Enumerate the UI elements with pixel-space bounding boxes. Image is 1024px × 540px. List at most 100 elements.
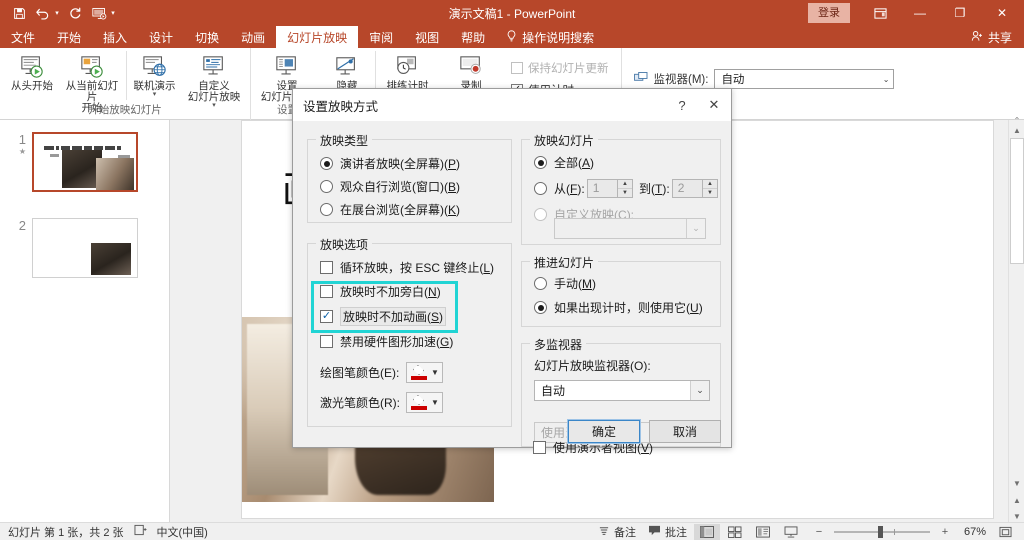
custom-show-dropdown[interactable]: ⌄	[554, 218, 706, 239]
sign-in-button[interactable]: 登录	[808, 3, 850, 23]
zoom-level-label[interactable]: 67%	[960, 526, 990, 538]
tab-animations[interactable]: 动画	[230, 26, 276, 48]
scroll-up-icon[interactable]: ▲	[1009, 122, 1024, 138]
tell-me-search[interactable]: 操作说明搜索	[496, 26, 604, 48]
slide-to-value: 2	[677, 181, 685, 195]
slide-count-label[interactable]: 幻灯片 第 1 张，共 2 张	[8, 524, 124, 540]
checkbox-show-without-narration[interactable]: 放映时不加旁白 (N)	[320, 283, 511, 300]
language-label[interactable]: 中文(中国)	[157, 524, 208, 540]
ribbon-checkbox-keep-slides-updated[interactable]: 保持幻灯片更新	[511, 60, 609, 76]
tab-transitions[interactable]: 切换	[184, 26, 230, 48]
laser-color-picker[interactable]: ▼	[406, 392, 443, 413]
undo-dropdown-icon[interactable]: ▾	[52, 9, 62, 17]
help-icon[interactable]: ?	[667, 98, 697, 113]
thumbnail-item-2[interactable]: 2	[4, 218, 138, 278]
monitor-icon	[633, 71, 648, 87]
thumbnail-preview[interactable]	[32, 218, 138, 278]
radio-advance-using-timings[interactable]: 如果出现计时，则使用它 (U)	[534, 299, 720, 316]
checkbox-show-without-animation[interactable]: ✓ 放映时不加动画(S)	[320, 307, 511, 326]
restore-button[interactable]: ❐	[940, 0, 980, 26]
range-from-label: 从	[554, 182, 567, 196]
zoom-out-button[interactable]: −	[806, 524, 832, 540]
close-button[interactable]: ✕	[980, 0, 1024, 26]
chevron-down-icon[interactable]: ▼	[431, 368, 439, 377]
slideshow-monitor-dropdown[interactable]: 自动 ⌄	[534, 380, 710, 401]
tab-design[interactable]: 设计	[138, 26, 184, 48]
radio-all-slides[interactable]: 全部 (A)	[534, 154, 720, 171]
radio-presented-by-speaker[interactable]: 演讲者放映(全屏幕) (P)	[320, 155, 511, 172]
slideshow-monitor-label-row: 幻灯片放映监视器(O):	[534, 357, 720, 374]
setup-show-dialog[interactable]: 设置放映方式 ? ✕ 放映类型 演讲者放映(全屏幕) (P) 观众自行浏览(窗口…	[292, 88, 732, 455]
fit-to-window-button[interactable]	[992, 524, 1018, 540]
dialog-title: 设置放映方式	[303, 99, 379, 114]
pen-color-row: 绘图笔颜色(E): ▼	[320, 362, 511, 383]
scroll-down-icon[interactable]: ▼	[1009, 475, 1024, 491]
radio-label: 观众自行浏览(窗口)	[340, 180, 444, 194]
previous-slide-icon[interactable]: ▲	[1009, 492, 1024, 508]
pen-color-picker[interactable]: ▼	[406, 362, 443, 383]
reading-view-button[interactable]	[750, 524, 776, 540]
tab-file[interactable]: 文件	[0, 26, 46, 48]
ribbon-display-options-icon[interactable]	[860, 0, 900, 26]
undo-icon[interactable]	[32, 3, 54, 23]
scrollbar-thumb[interactable]	[1010, 138, 1024, 264]
group-advance-slides-label: 推进幻灯片	[530, 254, 599, 271]
tell-me-label: 操作说明搜索	[522, 30, 595, 45]
zoom-slider[interactable]	[833, 525, 930, 539]
tab-review[interactable]: 审阅	[358, 26, 404, 48]
save-icon[interactable]	[8, 3, 30, 23]
customize-qat-icon[interactable]: ▾	[108, 9, 118, 17]
checkbox-box	[533, 441, 546, 454]
spinner-down-icon: ▼	[622, 190, 628, 196]
spinner-buttons[interactable]: ▲ ▼	[702, 180, 717, 197]
zoom-in-button[interactable]: +	[932, 524, 958, 540]
minimize-button[interactable]: —	[900, 0, 940, 26]
slide-from-spinner[interactable]: 1 ▲ ▼	[586, 179, 633, 198]
checkbox-disable-hardware-acceleration[interactable]: 禁用硬件图形加速 (G)	[320, 333, 511, 350]
notes-label: 备注	[613, 526, 636, 539]
chevron-down-icon[interactable]: ▾	[153, 91, 157, 98]
ribbon-button-from-beginning[interactable]: 从头开始	[4, 51, 60, 94]
ok-button[interactable]: 确定	[567, 419, 641, 444]
notes-button[interactable]: 备注	[593, 524, 641, 540]
radio-browsed-at-kiosk[interactable]: 在展台浏览(全屏幕) (K)	[320, 201, 511, 218]
setup-slideshow-icon	[274, 53, 300, 81]
close-icon[interactable]: ✕	[697, 97, 731, 113]
ribbon-button-present-online[interactable]: 联机演示 ▾	[126, 51, 182, 100]
chevron-down-icon[interactable]: ▼	[431, 398, 439, 407]
slide-to-spinner[interactable]: 2 ▲ ▼	[671, 179, 718, 198]
ribbon-button-custom-slideshow[interactable]: 自定义 幻灯片放映 ▾	[182, 51, 246, 111]
cancel-button[interactable]: 取消	[649, 420, 721, 443]
thumbnail-preview[interactable]	[32, 132, 138, 192]
tab-help[interactable]: 帮助	[450, 26, 496, 48]
accessibility-icon[interactable]	[134, 524, 147, 539]
zoom-slider-handle[interactable]	[877, 525, 883, 538]
checkbox-loop-until-esc[interactable]: 循环放映，按 ESC 键终止 (L)	[320, 259, 511, 276]
radio-browsed-by-individual[interactable]: 观众自行浏览(窗口) (B)	[320, 178, 511, 195]
spinner-buttons[interactable]: ▲ ▼	[617, 180, 632, 197]
slide-sorter-view-button[interactable]	[722, 524, 748, 540]
vertical-scrollbar[interactable]: ⌃ ▲ ▼ ▲ ▼	[1008, 116, 1024, 522]
accelerator-key: S	[431, 310, 440, 324]
checkbox-box	[320, 285, 333, 298]
tab-view[interactable]: 视图	[404, 26, 450, 48]
accelerator-key: L	[483, 260, 491, 275]
tab-slideshow[interactable]: 幻灯片放映	[276, 26, 359, 48]
redo-icon[interactable]	[64, 3, 86, 23]
checkbox-label: 放映时不加旁白	[340, 285, 425, 299]
normal-view-button[interactable]	[693, 523, 720, 540]
radio-slide-range[interactable]: 从 (F): 1 ▲ ▼ 到 (T): 2 ▲ ▼	[534, 179, 720, 198]
slideshow-view-button[interactable]	[778, 524, 804, 540]
tab-home[interactable]: 开始	[46, 26, 92, 48]
share-button[interactable]: 共享	[959, 26, 1024, 48]
comments-button[interactable]: 批注	[643, 524, 692, 540]
start-slideshow-icon[interactable]	[88, 3, 110, 23]
radio-button	[534, 277, 547, 290]
accelerator-key: U	[690, 300, 699, 315]
dialog-action-buttons: 确定 取消	[567, 419, 721, 444]
slide-thumbnail-pane[interactable]: 1 ★ 2	[0, 120, 170, 522]
tab-insert[interactable]: 插入	[92, 26, 138, 48]
thumbnail-item-1[interactable]: 1 ★	[4, 132, 138, 192]
monitor-dropdown[interactable]: 自动 ⌄	[714, 69, 895, 89]
radio-advance-manually[interactable]: 手动 (M)	[534, 275, 720, 292]
